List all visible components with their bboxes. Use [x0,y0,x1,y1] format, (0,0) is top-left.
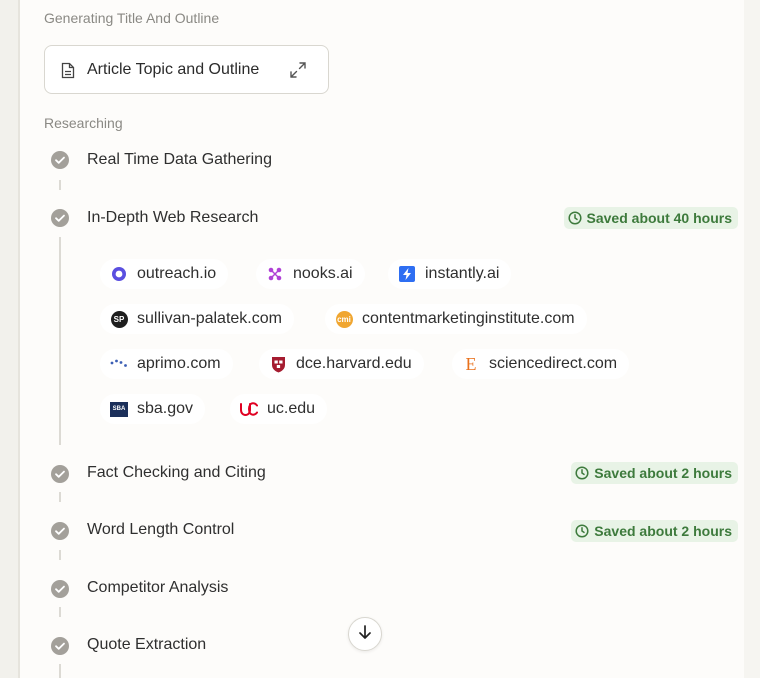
step-connector [59,550,61,560]
progress-panel [20,0,744,678]
step-connector [59,607,61,617]
outreach-favicon [110,265,128,283]
time-saved-text: Saved about 2 hours [594,523,732,539]
clock-icon [575,466,589,480]
scroll-down-button[interactable] [348,617,382,651]
harvard-favicon [269,355,287,373]
source-domain: outreach.io [137,265,217,282]
source-chip-sba[interactable]: SBA sba.gov [100,394,206,424]
sullivan-palatek-favicon: SP [110,310,128,328]
source-domain: sullivan-palatek.com [137,310,282,327]
time-saved-badge: Saved about 2 hours [571,462,738,484]
source-domain: nooks.ai [293,265,353,282]
source-domain: dce.harvard.edu [296,355,412,372]
source-domain: contentmarketinginstitute.com [362,310,575,327]
outline-section-heading: Generating Title And Outline [44,10,220,26]
source-chip-aprimo[interactable]: aprimo.com [100,349,233,379]
sciencedirect-logo: E [465,354,477,374]
step-label-real-time-data: Real Time Data Gathering [87,151,272,168]
time-saved-text: Saved about 40 hours [586,210,732,226]
step-connector [59,180,61,190]
outline-card-title: Article Topic and Outline [87,61,260,78]
document-icon [61,62,75,84]
sba-favicon: SBA [110,400,128,418]
sp-logo: SP [110,310,128,328]
source-domain: sciencedirect.com [489,355,618,372]
sciencedirect-favicon: E [462,355,480,373]
time-saved-badge: Saved about 40 hours [563,207,738,229]
check-icon [51,465,69,483]
step-label-web-research: In-Depth Web Research [87,209,259,226]
aprimo-favicon [110,355,128,373]
expand-icon[interactable] [289,61,307,84]
source-chip-sullivan-palatek[interactable]: SP sullivan-palatek.com [100,304,294,334]
step-connector [59,664,61,678]
source-domain: uc.edu [267,400,316,417]
arrow-down-icon [357,624,373,645]
cmi-favicon: cmi [335,310,353,328]
step-label-fact-checking: Fact Checking and Citing [87,464,266,481]
step-label-word-length: Word Length Control [87,521,235,538]
source-domain: aprimo.com [137,355,221,372]
cmi-logo: cmi [335,310,353,328]
research-section-heading: Researching [44,115,123,131]
source-domain: instantly.ai [425,265,500,282]
check-icon [51,522,69,540]
source-chip-sciencedirect[interactable]: E sciencedirect.com [452,349,630,379]
check-icon [51,637,69,655]
source-chip-nooks[interactable]: nooks.ai [256,259,365,289]
step-label-competitor-analysis: Competitor Analysis [87,579,229,596]
nooks-favicon [266,265,284,283]
instantly-favicon [398,265,416,283]
article-outline-card[interactable]: Article Topic and Outline [44,45,329,94]
source-chip-cmi[interactable]: cmi contentmarketinginstitute.com [325,304,587,334]
sba-logo: SBA [110,401,128,417]
time-saved-text: Saved about 2 hours [594,465,732,481]
step-label-quote-extraction: Quote Extraction [87,636,207,653]
source-chip-harvard[interactable]: dce.harvard.edu [259,349,424,379]
source-domain: sba.gov [137,400,194,417]
check-icon [51,580,69,598]
step-connector [59,237,61,445]
clock-icon [567,211,582,225]
time-saved-badge: Saved about 2 hours [571,520,738,542]
check-icon [51,209,69,227]
uc-favicon [240,400,258,418]
source-chip-uc[interactable]: uc.edu [230,394,328,424]
source-chip-instantly[interactable]: instantly.ai [388,259,512,289]
source-chip-outreach[interactable]: outreach.io [100,259,229,289]
check-icon [51,151,69,169]
clock-icon [575,524,589,538]
left-rail [0,0,20,678]
step-connector [59,492,61,502]
